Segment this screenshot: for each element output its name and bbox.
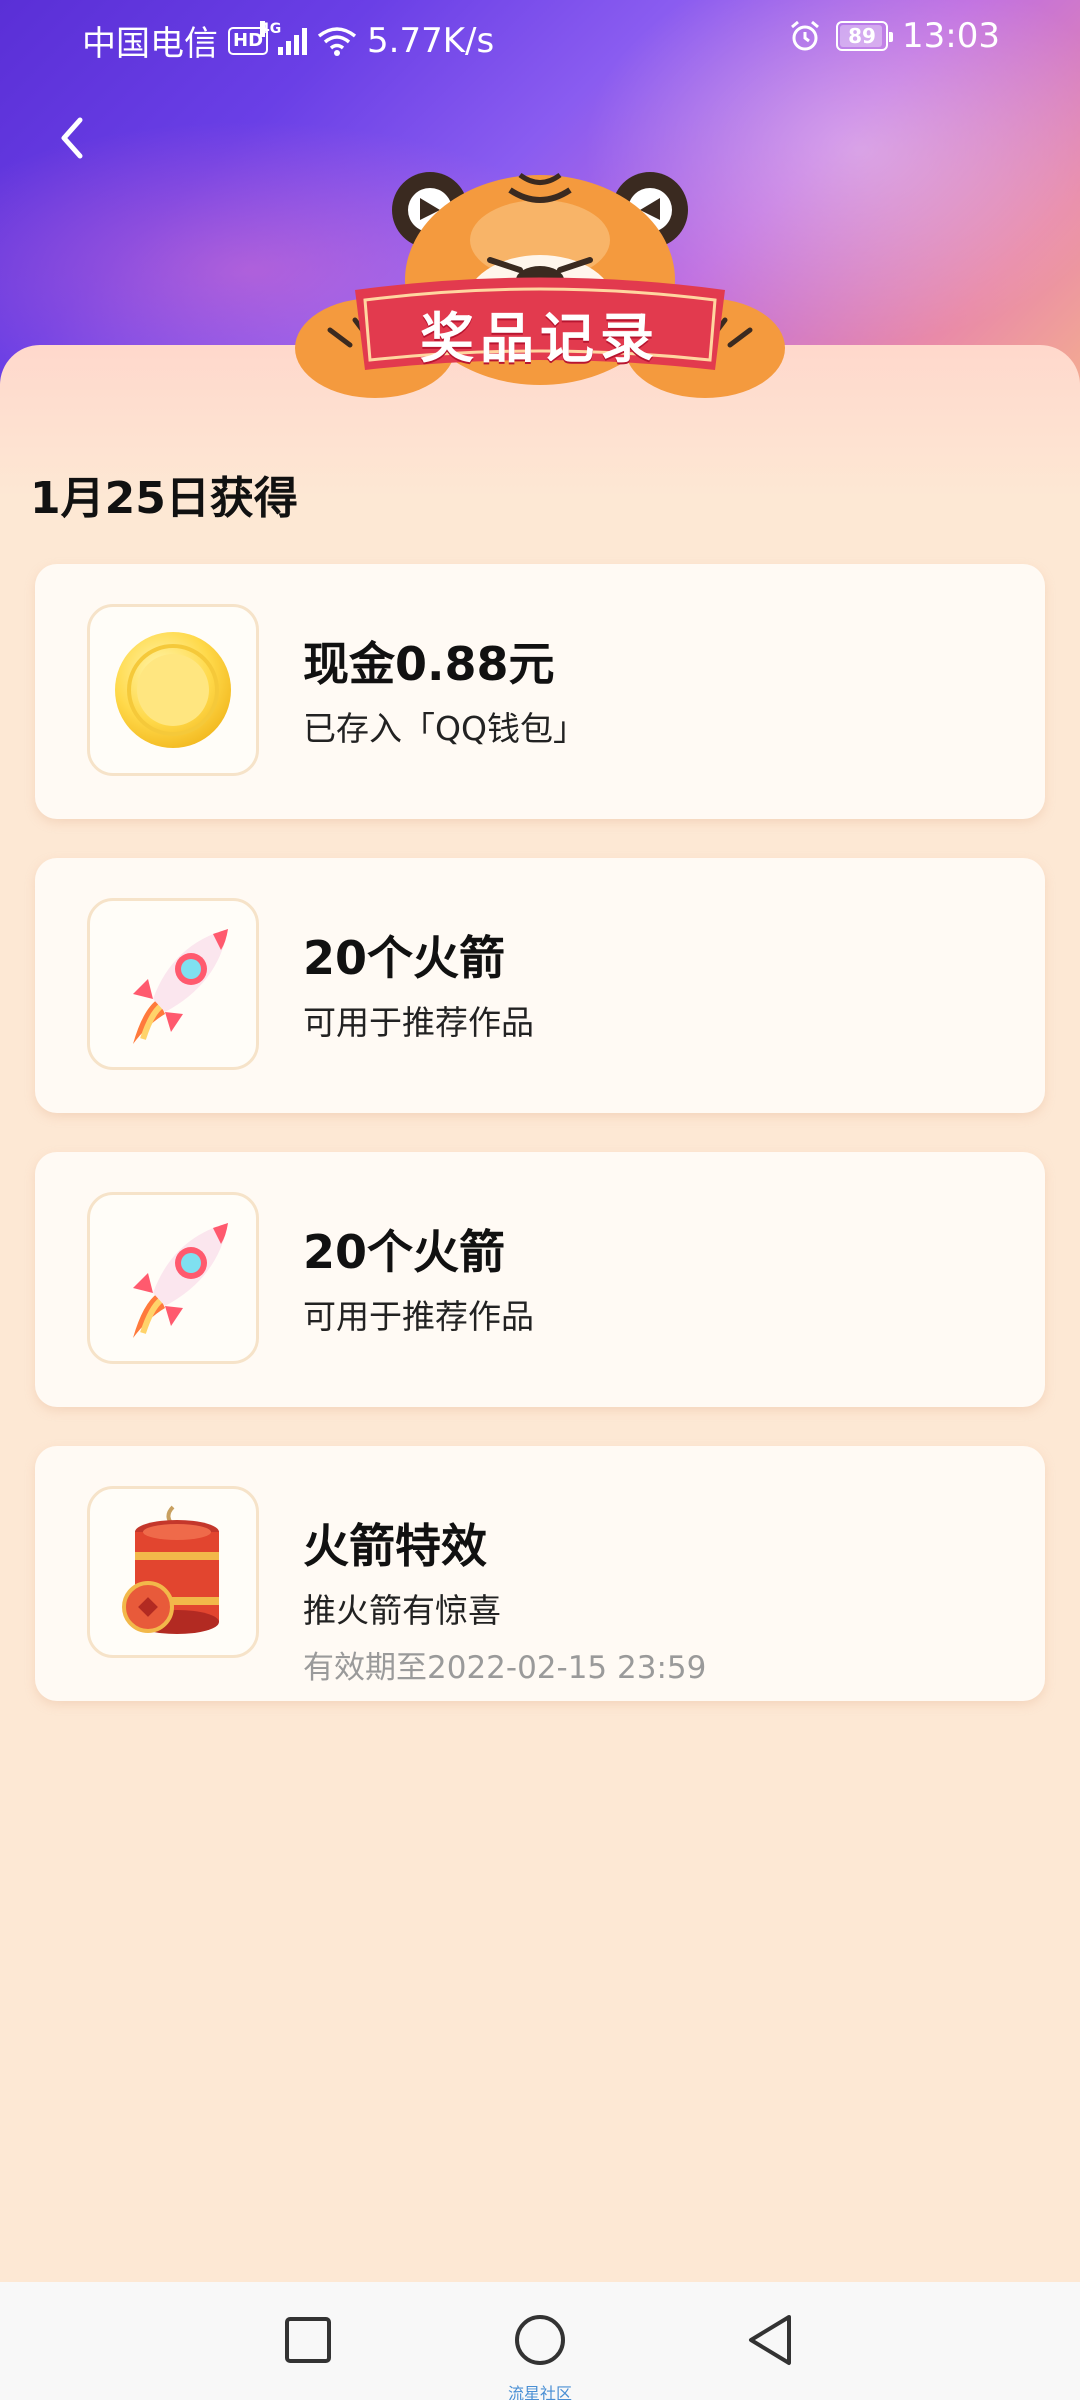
prize-description: 可用于推荐作品 bbox=[303, 1003, 534, 1042]
status-bar: 中国电信 HD 4G 5.77K/s 89 13:03 bbox=[0, 0, 1080, 72]
prize-card[interactable]: 现金0.88元 已存入「QQ钱包」 bbox=[35, 564, 1045, 819]
network-speed: 5.77K/s bbox=[367, 20, 495, 61]
prize-thumbnail bbox=[87, 604, 259, 776]
battery-level: 89 bbox=[848, 24, 876, 48]
prize-thumbnail bbox=[87, 1192, 259, 1364]
page-title: 奖品记录 bbox=[420, 306, 660, 370]
clock: 13:03 bbox=[902, 16, 1000, 56]
rocket-icon bbox=[133, 1223, 228, 1338]
prize-title: 火箭特效 bbox=[303, 1519, 487, 1573]
prize-title: 20个火箭 bbox=[303, 1225, 506, 1279]
prize-title: 现金0.88元 bbox=[303, 637, 555, 691]
system-nav-bar: 流星社区 bbox=[0, 2282, 1080, 2400]
prize-card[interactable]: 火箭特效 推火箭有惊喜 有效期至2022-02-15 23:59 bbox=[35, 1446, 1045, 1701]
home-button[interactable] bbox=[510, 2310, 570, 2370]
back-button[interactable] bbox=[46, 108, 96, 168]
triangle-back-icon bbox=[749, 2315, 791, 2365]
rocket-icon bbox=[133, 929, 228, 1044]
back-nav-button[interactable] bbox=[740, 2310, 800, 2370]
prize-description: 已存入「QQ钱包」 bbox=[303, 709, 586, 748]
prize-thumbnail bbox=[87, 1486, 259, 1658]
recent-apps-button[interactable] bbox=[278, 2310, 338, 2370]
prize-title: 20个火箭 bbox=[303, 931, 506, 985]
signal-icon: 4G bbox=[260, 20, 308, 55]
carrier-label: 中国电信 bbox=[82, 24, 218, 64]
page-title-banner: 奖品记录 bbox=[380, 278, 700, 388]
gold-coin-icon bbox=[115, 632, 231, 748]
date-heading: 1月25日获得 bbox=[30, 473, 298, 524]
firecracker-icon bbox=[122, 1505, 219, 1634]
prize-description: 可用于推荐作品 bbox=[303, 1297, 534, 1336]
prize-card[interactable]: 20个火箭 可用于推荐作品 bbox=[35, 858, 1045, 1113]
prize-thumbnail bbox=[87, 898, 259, 1070]
wifi-icon bbox=[317, 26, 357, 56]
prize-expiry: 有效期至2022-02-15 23:59 bbox=[303, 1650, 707, 1686]
network-type: 4G bbox=[260, 20, 282, 37]
prize-card[interactable]: 20个火箭 可用于推荐作品 bbox=[35, 1152, 1045, 1407]
alarm-icon bbox=[791, 20, 819, 51]
square-icon bbox=[285, 2317, 331, 2363]
nav-caption: 流星社区 bbox=[507, 2384, 572, 2400]
circle-icon bbox=[515, 2315, 565, 2365]
prize-description: 推火箭有惊喜 bbox=[303, 1591, 501, 1630]
battery-icon: 89 bbox=[836, 21, 894, 51]
chevron-left-icon bbox=[61, 117, 83, 159]
